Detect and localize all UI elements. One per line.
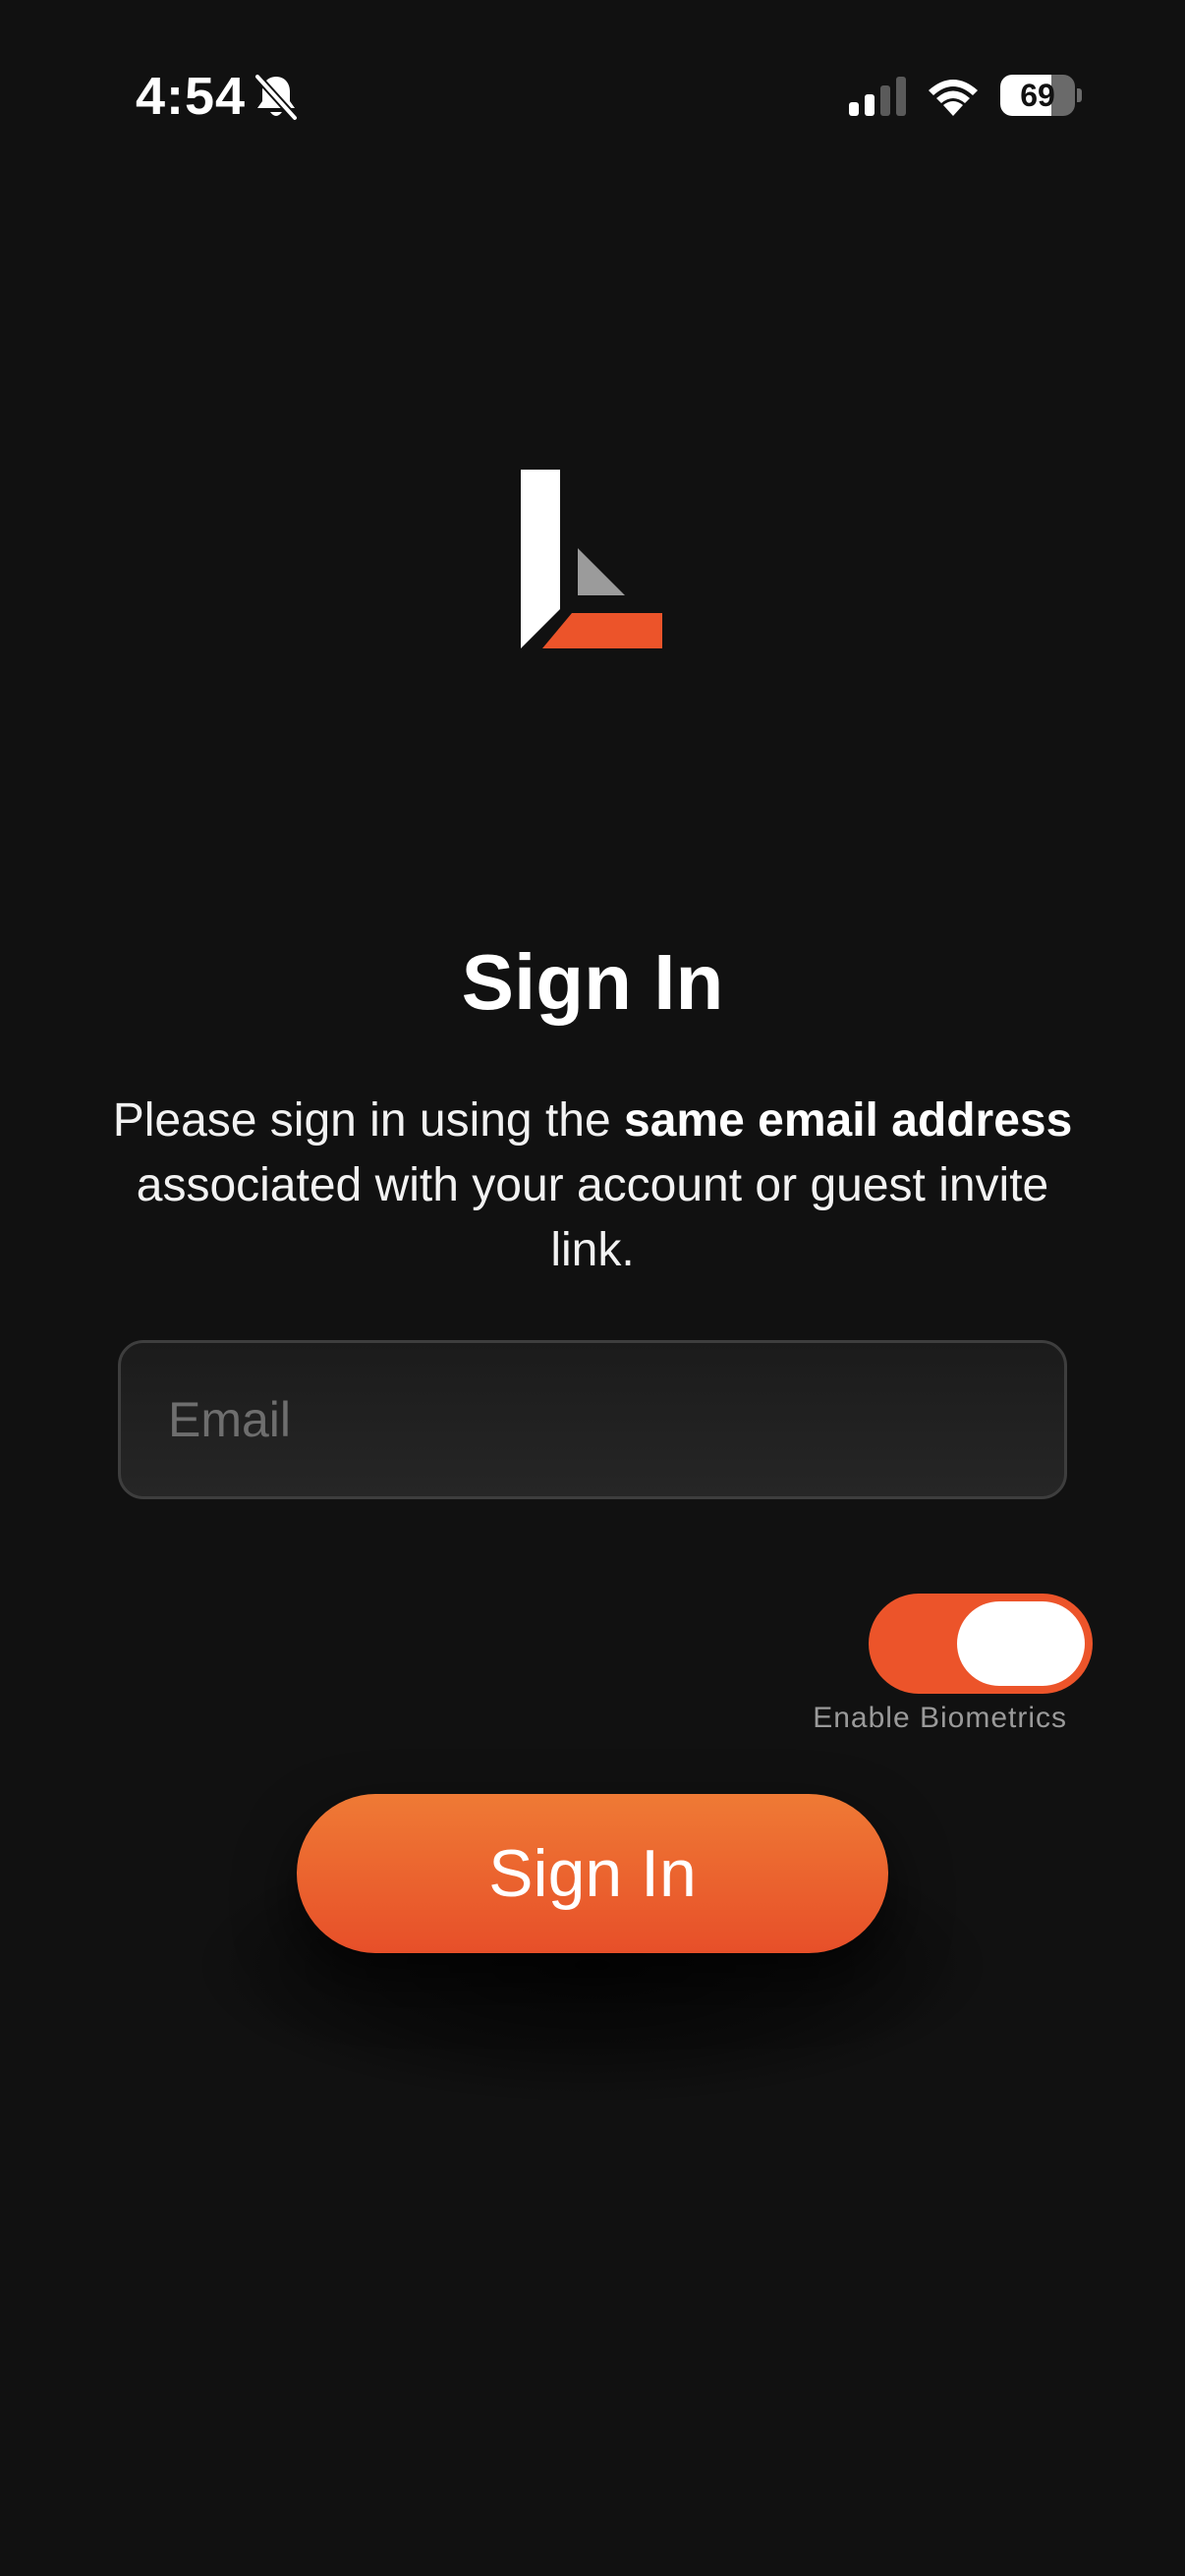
status-bar: 4:54 69 xyxy=(0,0,1185,196)
wifi-icon xyxy=(929,80,978,116)
bell-slash-icon xyxy=(254,73,299,122)
email-field-container xyxy=(118,1340,1067,1499)
email-field[interactable] xyxy=(121,1343,1064,1496)
biometrics-toggle[interactable] xyxy=(869,1594,1093,1694)
description-emphasis: same email address xyxy=(624,1094,1073,1147)
biometrics-label: Enable Biometrics xyxy=(813,1702,1067,1734)
description-text-end: associated with your account or guest in… xyxy=(136,1159,1049,1276)
status-time: 4:54 xyxy=(136,67,247,126)
sign-in-description: Please sign in using the same email addr… xyxy=(108,1089,1077,1283)
l-logo-icon xyxy=(521,470,662,648)
battery-icon: 69 xyxy=(1000,75,1082,116)
description-text: Please sign in using the xyxy=(112,1094,625,1147)
page-title: Sign In xyxy=(461,938,724,1026)
signal-icon xyxy=(849,77,906,116)
battery-level: 69 xyxy=(1020,78,1055,113)
sign-in-button[interactable]: Sign In xyxy=(297,1794,888,1953)
toggle-knob xyxy=(957,1601,1085,1686)
sign-in-screen: 4:54 69 Sign In Please sign in using the… xyxy=(0,0,1185,2576)
